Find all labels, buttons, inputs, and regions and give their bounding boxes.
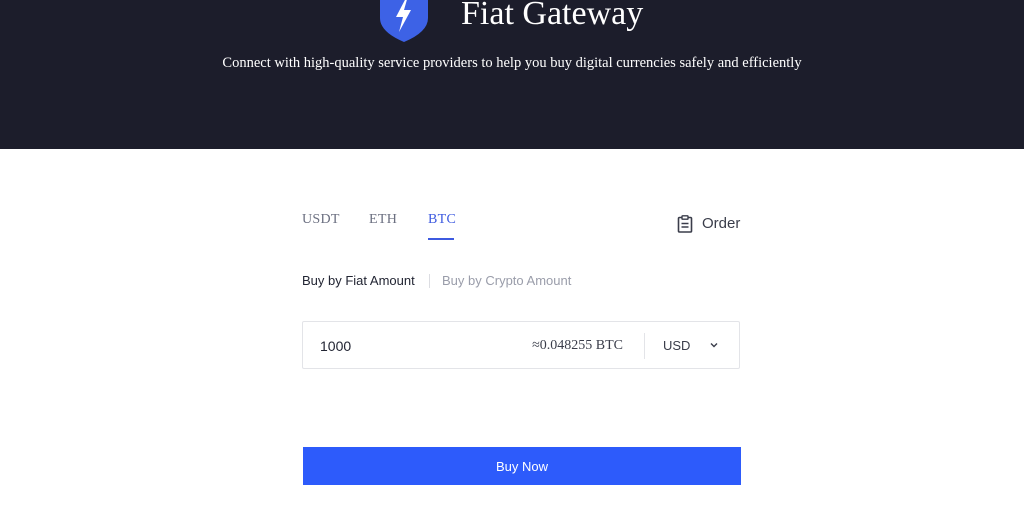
buy-by-fiat-toggle[interactable]: Buy by Fiat Amount [302, 273, 415, 289]
amount-input[interactable]: 1000 [320, 338, 351, 354]
active-tab-indicator [428, 238, 454, 240]
currency-select[interactable]: USD [663, 338, 690, 354]
amount-field[interactable]: 1000 ≈0.048255 BTC USD [302, 321, 740, 369]
tab-usdt[interactable]: USDT [302, 211, 340, 229]
tab-btc[interactable]: BTC [428, 211, 456, 229]
tab-eth[interactable]: ETH [369, 211, 397, 229]
clipboard-icon [677, 215, 693, 233]
chevron-down-icon[interactable] [708, 340, 720, 350]
buy-now-button[interactable]: Buy Now [303, 447, 741, 485]
mode-divider [429, 274, 430, 288]
conversion-estimate: ≈0.048255 BTC [532, 338, 623, 353]
field-divider [644, 333, 645, 359]
buy-by-crypto-toggle[interactable]: Buy by Crypto Amount [442, 273, 571, 289]
order-button[interactable]: Order [677, 214, 740, 234]
page-subtitle: Connect with high-quality service provid… [222, 55, 802, 71]
lightning-shield-logo-icon [380, 0, 428, 42]
hero-header: Fiat Gateway Connect with high-quality s… [0, 0, 1024, 149]
page-title: Fiat Gateway [461, 0, 644, 32]
order-label: Order [702, 215, 741, 232]
